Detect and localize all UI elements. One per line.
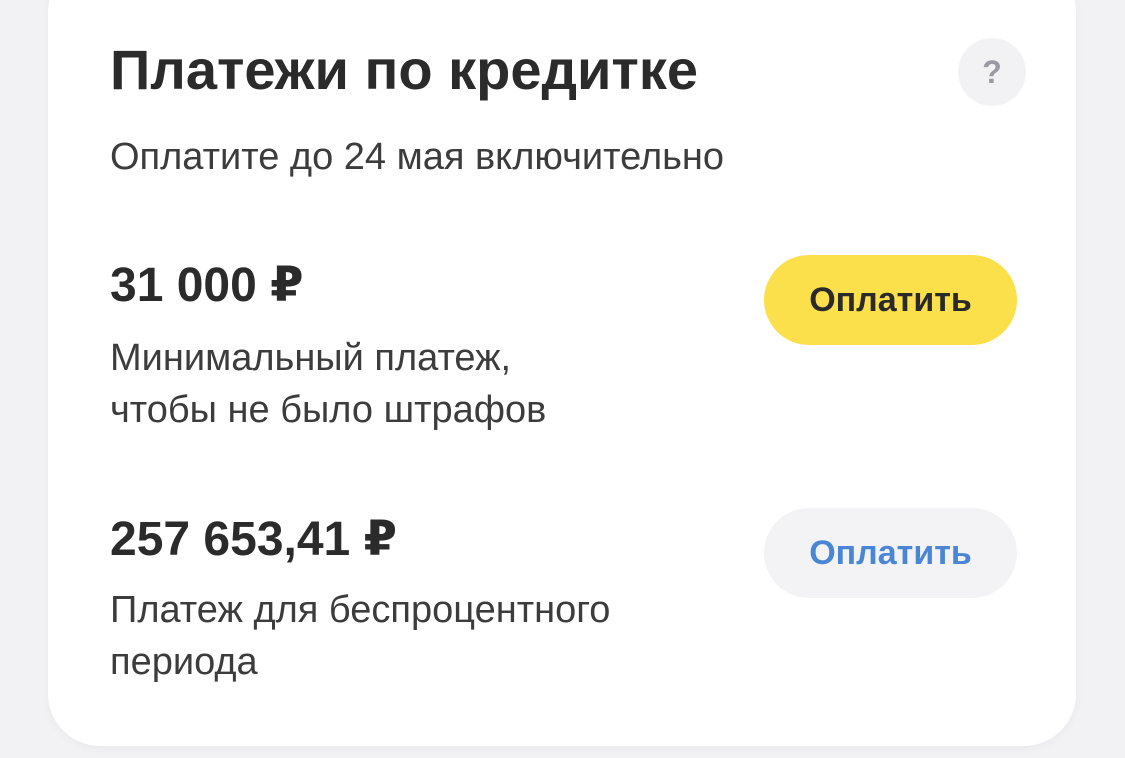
screen: Платежи по кредитке ? Оплатите до 24 мая… — [0, 0, 1125, 758]
card-title: Платежи по кредитке — [110, 38, 699, 101]
grace-period-payment-description: Платеж для беспроцентного периода — [110, 584, 610, 688]
grace-period-payment-description-line: Платеж для беспроцентного — [110, 589, 611, 631]
minimum-payment-description-line: чтобы не было штрафов — [110, 389, 547, 431]
minimum-payment-description: Минимальный платеж, чтобы не было штрафо… — [110, 332, 546, 436]
minimum-payment-description-line: Минимальный платеж, — [110, 337, 512, 379]
grace-period-payment-description-line: периода — [110, 641, 258, 683]
help-button[interactable]: ? — [958, 38, 1026, 106]
pay-grace-period-button[interactable]: Оплатить — [764, 508, 1017, 598]
question-mark-icon: ? — [982, 53, 1002, 90]
due-date-text: Оплатите до 24 мая включительно — [110, 136, 725, 178]
pay-minimum-button[interactable]: Оплатить — [764, 255, 1017, 345]
grace-period-payment-amount: 257 653,41 ₽ — [110, 513, 397, 566]
minimum-payment-amount: 31 000 ₽ — [110, 259, 304, 312]
